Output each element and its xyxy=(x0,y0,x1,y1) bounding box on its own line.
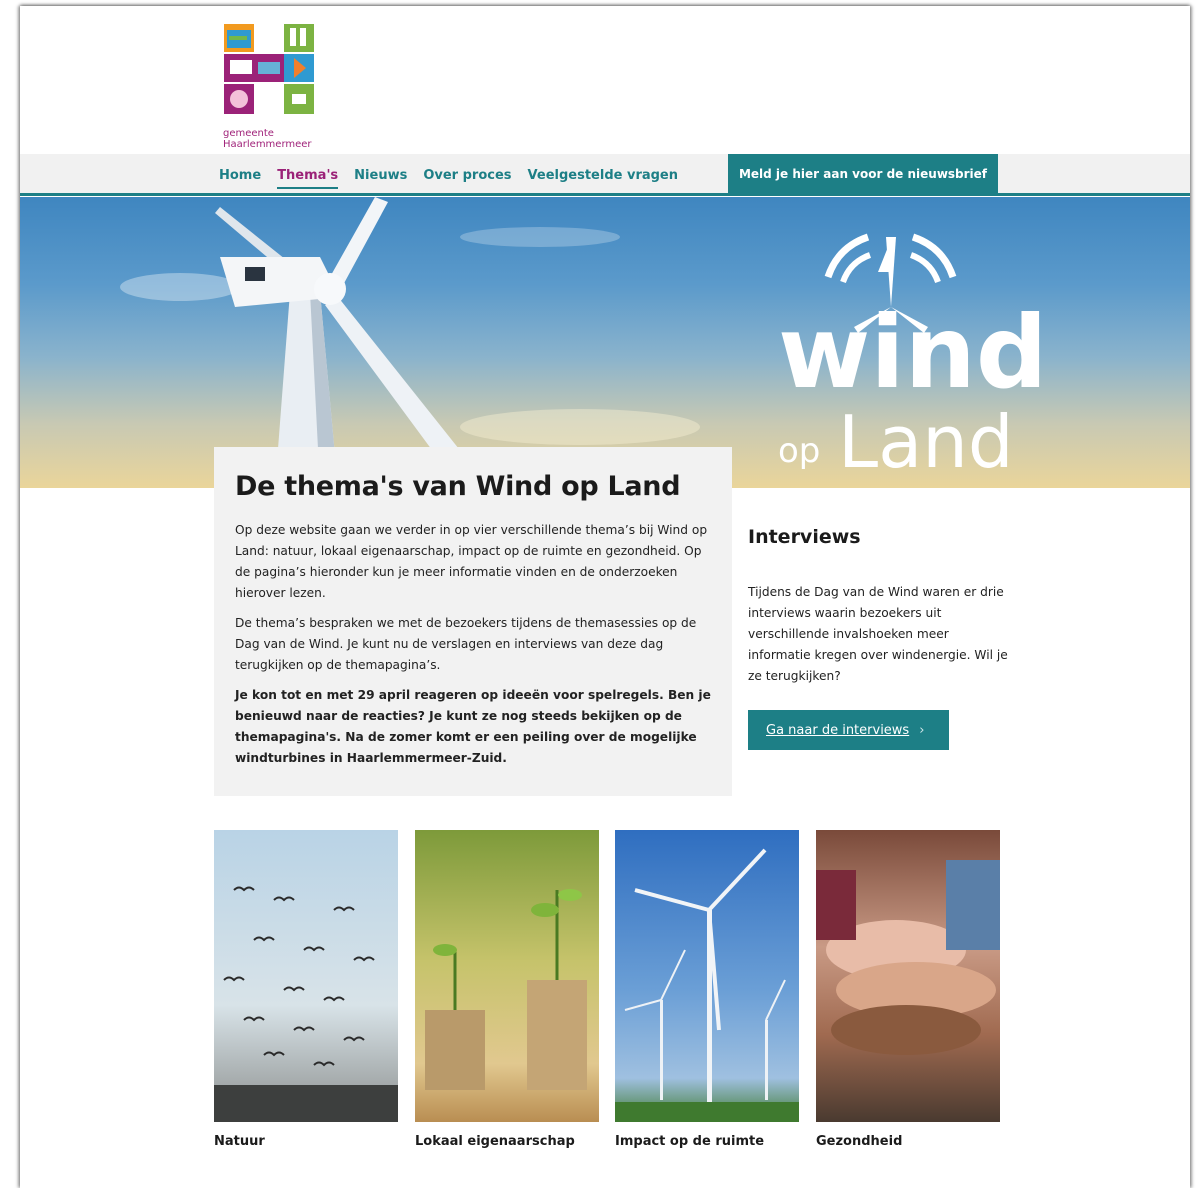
theme-card-lokaal-eigenaarschap[interactable]: Lokaal eigenaarschap xyxy=(415,830,599,1149)
theme-card-gezondheid[interactable]: Gezondheid xyxy=(816,830,1000,1149)
theme-card-label: Gezondheid xyxy=(816,1134,903,1149)
nav-item-over-proces[interactable]: Over proces xyxy=(423,168,511,189)
coins-plants-image xyxy=(415,830,599,1122)
page-title: De thema's van Wind op Land xyxy=(235,471,681,502)
birds-image xyxy=(214,830,398,1122)
interviews-title: Interviews xyxy=(748,526,861,548)
theme-card-natuur[interactable]: Natuur xyxy=(214,830,398,1149)
chevron-right-icon: › xyxy=(919,722,925,738)
intro-paragraph-2: De thema’s bespraken we met de bezoekers… xyxy=(235,616,697,672)
op-wordmark: op xyxy=(778,431,820,471)
interviews-section: Interviews Tijdens de Dag van de Wind wa… xyxy=(748,526,1010,750)
browser-page: gemeente Haarlemmermeer Home Thema's Nie… xyxy=(20,6,1190,1188)
theme-card-label: Natuur xyxy=(214,1134,265,1149)
hands-image xyxy=(816,830,1000,1122)
wind-wordmark: wind xyxy=(778,294,1047,411)
logo-line-2: Haarlemmermeer xyxy=(223,139,312,150)
nav-item-veelgestelde-vragen[interactable]: Veelgestelde vragen xyxy=(528,168,678,189)
nav-item-themas[interactable]: Thema's xyxy=(277,168,339,189)
intro-paragraph-1: Op deze website gaan we verder in op vie… xyxy=(235,523,708,600)
intro-card: De thema's van Wind op Land Op deze webs… xyxy=(214,447,732,796)
nav-links: Home Thema's Nieuws Over proces Veelgest… xyxy=(219,168,694,189)
land-wordmark: Land xyxy=(838,400,1014,477)
newsletter-signup-button[interactable]: Meld je hier aan voor de nieuwsbrief xyxy=(728,154,998,194)
theme-card-label: Impact op de ruimte xyxy=(615,1134,765,1149)
wind-op-land-logo: wind op Land xyxy=(778,233,1047,477)
theme-card-label: Lokaal eigenaarschap xyxy=(415,1134,575,1149)
main-navigation: Home Thema's Nieuws Over proces Veelgest… xyxy=(20,154,1190,196)
interviews-body: Tijdens de Dag van de Wind waren er drie… xyxy=(748,585,1008,683)
nav-item-nieuws[interactable]: Nieuws xyxy=(354,168,407,189)
intro-paragraph-3: Je kon tot en met 29 april reageren op i… xyxy=(235,688,711,765)
gemeente-logo-icon xyxy=(224,24,314,114)
interviews-button-label: Ga naar de interviews xyxy=(766,722,910,738)
theme-cards: Natuur Lokaal eigenaarschap Impact op de… xyxy=(214,830,1000,1160)
theme-card-impact-op-de-ruimte[interactable]: Impact op de ruimte xyxy=(615,830,799,1149)
wind-turbines-image xyxy=(615,830,799,1122)
logo-line-1: gemeente xyxy=(223,128,274,139)
logo-wordmark: gemeente Haarlemmermeer xyxy=(223,128,312,150)
interviews-button[interactable]: Ga naar de interviews › xyxy=(748,710,949,750)
hero-banner: wind op Land xyxy=(20,197,1190,488)
nav-item-home[interactable]: Home xyxy=(219,168,261,189)
